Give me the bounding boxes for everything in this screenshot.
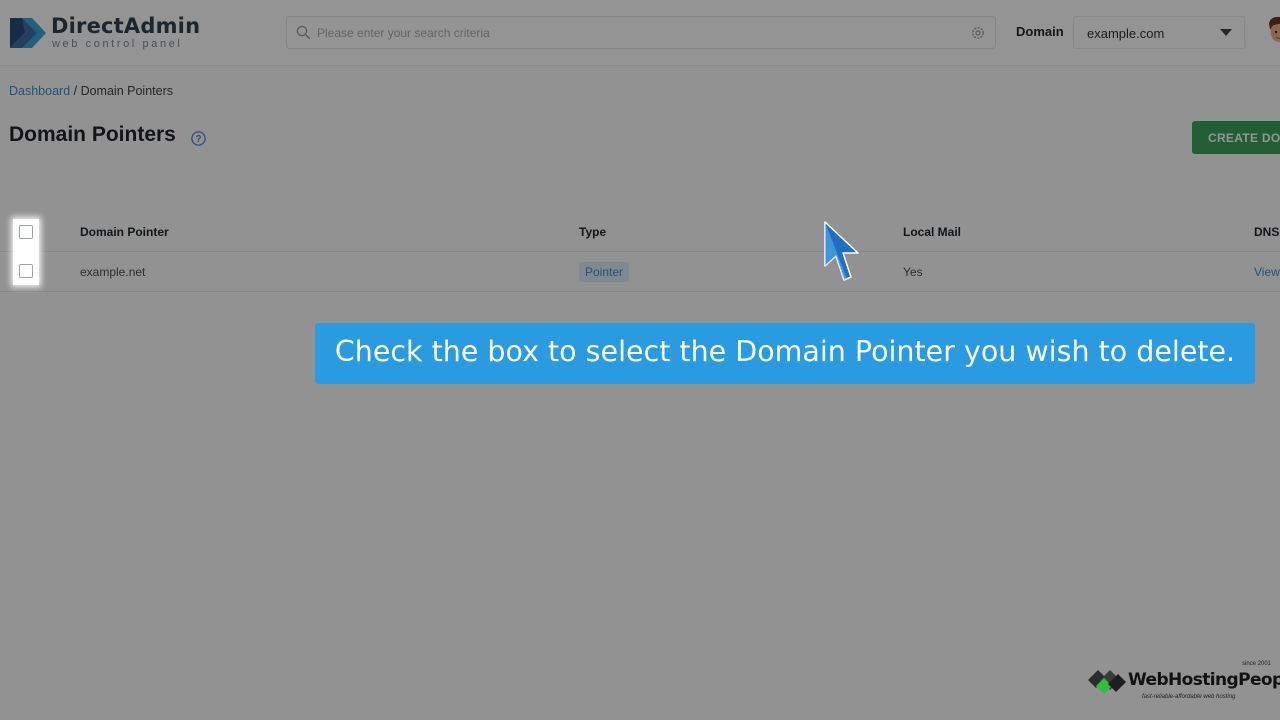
watermark-name: WebHostingPeople [1128,670,1280,690]
column-header-local-mail[interactable]: Local Mail [903,225,961,239]
breadcrumb: Dashboard / Domain Pointers [9,84,173,98]
create-domain-pointer-button[interactable]: CREATE DOM [1192,121,1280,154]
watermark-since: since 2001 [1242,661,1272,667]
user-avatar[interactable] [1266,16,1280,48]
domain-label: Domain [1016,24,1064,39]
brand-name: DirectAdmin [51,14,201,38]
webhostingpeople-logo-icon [1088,670,1126,694]
column-header-type[interactable]: Type [579,225,606,239]
breadcrumb-dashboard-link[interactable]: Dashboard [9,84,70,98]
checkbox-highlight [13,219,39,285]
svg-text:?: ? [195,134,201,145]
chevron-down-icon [1220,29,1232,36]
domain-select-value: example.com [1087,26,1165,41]
top-bar: DirectAdmin web control panel Domain exa… [0,0,1280,66]
page-title: Domain Pointers [9,123,176,146]
table-header-row: Domain Pointer Type Local Mail DNS [0,212,1280,252]
avatar-icon [1266,16,1280,48]
highlighted-row-checkbox[interactable] [19,264,33,278]
help-icon[interactable]: ? [191,131,206,146]
watermark-tagline: fast-reliable-affordable web hosting [1142,694,1236,700]
column-header-domain-pointer[interactable]: Domain Pointer [80,225,169,239]
domain-select[interactable]: example.com [1073,16,1245,49]
column-header-dns[interactable]: DNS [1254,225,1279,239]
search-icon [296,25,311,40]
tutorial-caption: Check the box to select the Domain Point… [315,323,1255,384]
brand-subtitle: web control panel [52,38,183,50]
type-badge: Pointer [579,262,630,282]
breadcrumb-current: Domain Pointers [80,84,173,98]
dns-view-link[interactable]: View [1254,265,1280,279]
table-row: example.net Pointer Yes View [0,252,1280,292]
highlighted-select-all-checkbox[interactable] [19,225,33,239]
directadmin-logo[interactable]: DirectAdmin web control panel [8,12,208,56]
search-bar[interactable] [286,16,996,49]
mouse-cursor-icon [824,221,859,281]
webhostingpeople-watermark: since 2001 WebHostingPeople fast-reliabl… [1086,660,1280,704]
search-input[interactable] [317,18,957,47]
local-mail-cell: Yes [903,265,923,279]
directadmin-logo-icon [10,18,46,48]
domain-pointers-table: Domain Pointer Type Local Mail DNS examp… [0,212,1280,292]
gear-icon[interactable] [970,25,986,41]
breadcrumb-separator: / [70,84,81,98]
domain-pointer-cell: example.net [80,265,146,279]
